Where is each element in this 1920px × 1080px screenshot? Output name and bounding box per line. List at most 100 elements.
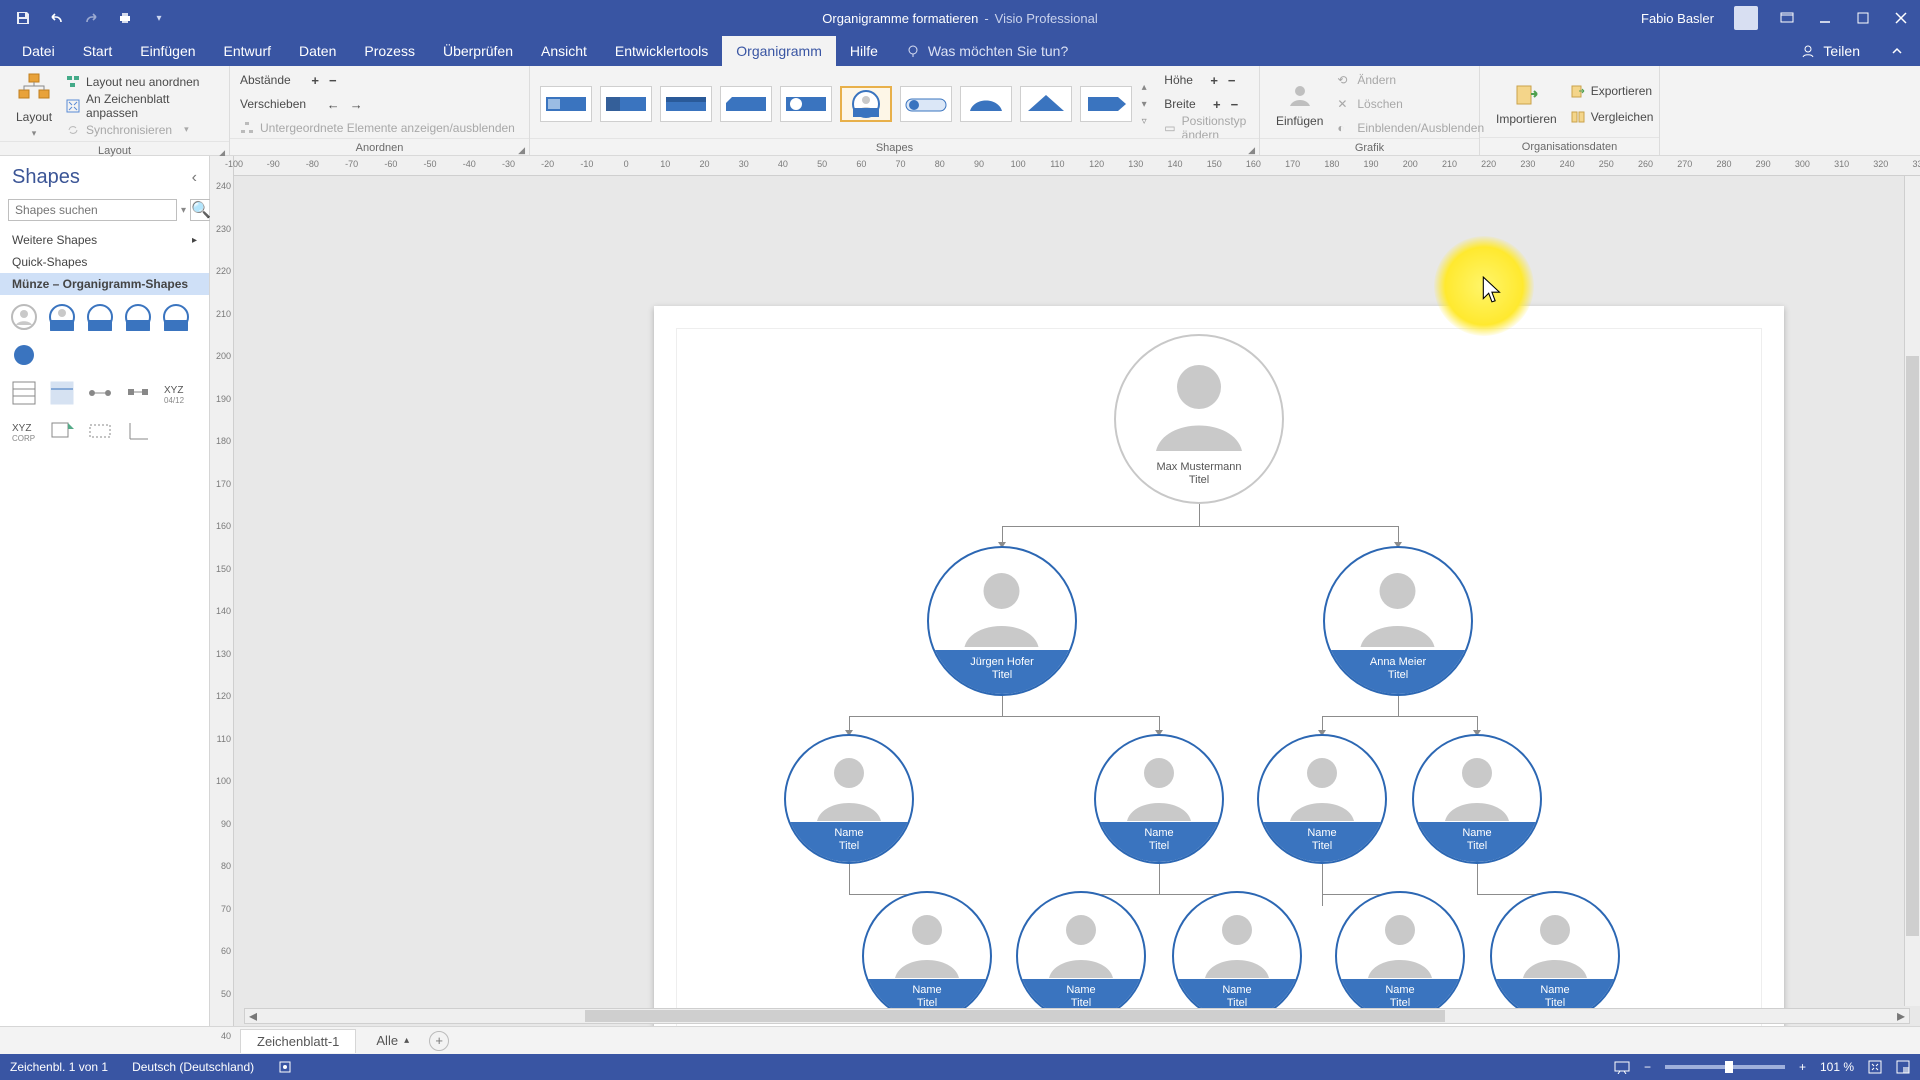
share-button[interactable]: Teilen: [1823, 43, 1860, 59]
ribbon-display-options-icon[interactable]: [1778, 9, 1796, 27]
scroll-left-icon[interactable]: ◂: [245, 1009, 261, 1023]
shape-style-3[interactable]: [660, 86, 712, 122]
toggle-picture-button[interactable]: ◐Einblenden/Ausblenden: [1337, 118, 1484, 138]
stencil-shape-frame-1[interactable]: [10, 379, 38, 407]
user-avatar[interactable]: [1734, 6, 1758, 30]
tab-daten[interactable]: Daten: [285, 36, 350, 66]
add-sheet-button[interactable]: +: [429, 1031, 449, 1051]
insert-picture-button[interactable]: Einfügen: [1270, 78, 1329, 130]
chevron-down-icon[interactable]: ▾: [181, 205, 186, 216]
zoom-slider[interactable]: [1665, 1065, 1785, 1069]
change-picture-button[interactable]: ⟲Ändern: [1337, 70, 1484, 90]
org-node-mid[interactable]: Jürgen HoferTitel: [927, 546, 1077, 696]
relayout-button[interactable]: Layout neu anordnen: [66, 72, 219, 92]
stencil-item-active[interactable]: Münze – Organigramm-Shapes: [0, 273, 209, 295]
zoom-slider-knob[interactable]: [1725, 1061, 1733, 1073]
org-node-root[interactable]: Max MustermannTitel: [1114, 334, 1284, 504]
stencil-shape-misc-3[interactable]: [124, 417, 152, 445]
stencil-shape-xyz-2[interactable]: XYZCORP: [10, 417, 38, 445]
compare-button[interactable]: Vergleichen: [1571, 107, 1654, 127]
export-button[interactable]: Exportieren: [1571, 81, 1654, 101]
layout-button[interactable]: Layout ▾: [10, 70, 58, 141]
org-node-leaf[interactable]: NameTitel: [1016, 891, 1146, 1021]
stencil-shape-coin-5[interactable]: [162, 303, 190, 331]
tab-entwurf[interactable]: Entwurf: [210, 36, 285, 66]
org-node-leaf[interactable]: NameTitel: [784, 734, 914, 864]
height-increase-button[interactable]: +: [1208, 73, 1220, 88]
user-name[interactable]: Fabio Basler: [1641, 11, 1714, 26]
gallery-up-icon[interactable]: ▴: [1142, 82, 1147, 93]
collapse-pane-icon[interactable]: ‹: [192, 169, 197, 187]
stencil-shape-xyz-1[interactable]: XYZ04/12: [162, 379, 190, 407]
drawing-area[interactable]: Max MustermannTitel Jürgen HoferT: [234, 176, 1920, 1026]
org-node-mid[interactable]: Anna MeierTitel: [1323, 546, 1473, 696]
sheet-tab-all[interactable]: Alle▴: [360, 1029, 425, 1052]
stencil-shape-frame-2[interactable]: [48, 379, 76, 407]
shape-style-gallery[interactable]: [540, 86, 1132, 122]
redo-icon[interactable]: [82, 9, 100, 27]
sheet-tab-active[interactable]: Zeichenblatt-1: [240, 1029, 356, 1053]
stencil-shape-dot[interactable]: [10, 341, 38, 369]
minimize-icon[interactable]: [1816, 9, 1834, 27]
delete-picture-button[interactable]: ✕Löschen: [1337, 94, 1484, 114]
stencil-shape-coin-3[interactable]: [86, 303, 114, 331]
org-node-leaf[interactable]: NameTitel: [1094, 734, 1224, 864]
tab-entwicklertools[interactable]: Entwicklertools: [601, 36, 722, 66]
tab-ueberpruefen[interactable]: Überprüfen: [429, 36, 527, 66]
presentation-mode-icon[interactable]: [1614, 1060, 1630, 1074]
quick-shapes-item[interactable]: Quick-Shapes: [0, 251, 209, 273]
page[interactable]: Max MustermannTitel Jürgen HoferT: [654, 306, 1784, 1026]
shapes-search-input[interactable]: [8, 199, 177, 221]
org-node-leaf[interactable]: NameTitel: [1335, 891, 1465, 1021]
fit-page-button[interactable]: An Zeichenblatt anpassen: [66, 96, 219, 116]
move-left-button[interactable]: ←: [325, 97, 342, 112]
fit-window-icon[interactable]: [1868, 1060, 1882, 1074]
position-type-button[interactable]: ▭Positionstyp ändern: [1164, 118, 1249, 138]
gallery-down-icon[interactable]: ▾: [1142, 99, 1147, 110]
shape-style-6-selected[interactable]: [840, 86, 892, 122]
close-icon[interactable]: [1892, 9, 1910, 27]
stencil-shape-coin-1[interactable]: [10, 303, 38, 331]
tab-einfuegen[interactable]: Einfügen: [126, 36, 209, 66]
search-go-button[interactable]: 🔍: [190, 199, 212, 221]
shape-style-5[interactable]: [780, 86, 832, 122]
show-subordinates-button[interactable]: Untergeordnete Elemente anzeigen/ausblen…: [240, 118, 515, 138]
shape-style-4[interactable]: [720, 86, 772, 122]
scrollbar-thumb[interactable]: [1906, 356, 1919, 936]
status-language[interactable]: Deutsch (Deutschland): [132, 1060, 254, 1074]
import-button[interactable]: Importieren: [1490, 80, 1563, 128]
width-increase-button[interactable]: +: [1211, 97, 1223, 112]
shape-style-9[interactable]: [1020, 86, 1072, 122]
qat-customize-icon[interactable]: ▾: [150, 9, 168, 27]
sync-button[interactable]: Synchronisieren▾: [66, 120, 219, 140]
tab-hilfe[interactable]: Hilfe: [836, 36, 892, 66]
more-shapes-item[interactable]: Weitere Shapes▸: [0, 229, 209, 251]
save-icon[interactable]: [14, 9, 32, 27]
collapse-ribbon-icon[interactable]: [1888, 42, 1906, 60]
org-node-leaf[interactable]: NameTitel: [1257, 734, 1387, 864]
zoom-out-button[interactable]: −: [1644, 1060, 1651, 1074]
macro-record-icon[interactable]: [278, 1060, 292, 1074]
shape-style-10[interactable]: [1080, 86, 1132, 122]
tab-organigramm[interactable]: Organigramm: [722, 36, 836, 66]
stencil-shape-connector-1[interactable]: [86, 379, 114, 407]
stencil-shape-misc-1[interactable]: [48, 417, 76, 445]
shape-style-2[interactable]: [600, 86, 652, 122]
tab-ansicht[interactable]: Ansicht: [527, 36, 601, 66]
horizontal-scrollbar[interactable]: ◂ ▸: [244, 1008, 1910, 1024]
gallery-more-icon[interactable]: ▿: [1142, 116, 1147, 127]
scroll-right-icon[interactable]: ▸: [1893, 1009, 1909, 1023]
stencil-shape-connector-2[interactable]: [124, 379, 152, 407]
shape-style-7[interactable]: [900, 86, 952, 122]
move-right-button[interactable]: →: [348, 97, 365, 112]
spacing-decrease-button[interactable]: −: [327, 73, 339, 88]
stencil-shape-coin-4[interactable]: [124, 303, 152, 331]
org-node-leaf[interactable]: NameTitel: [1490, 891, 1620, 1021]
maximize-icon[interactable]: [1854, 9, 1872, 27]
stencil-shape-misc-2[interactable]: [86, 417, 114, 445]
scrollbar-thumb[interactable]: [585, 1010, 1445, 1022]
vertical-scrollbar[interactable]: [1904, 176, 1920, 1006]
tell-me-search[interactable]: Was möchten Sie tun?: [892, 36, 1082, 66]
spacing-increase-button[interactable]: +: [309, 73, 321, 88]
shape-style-1[interactable]: [540, 86, 592, 122]
